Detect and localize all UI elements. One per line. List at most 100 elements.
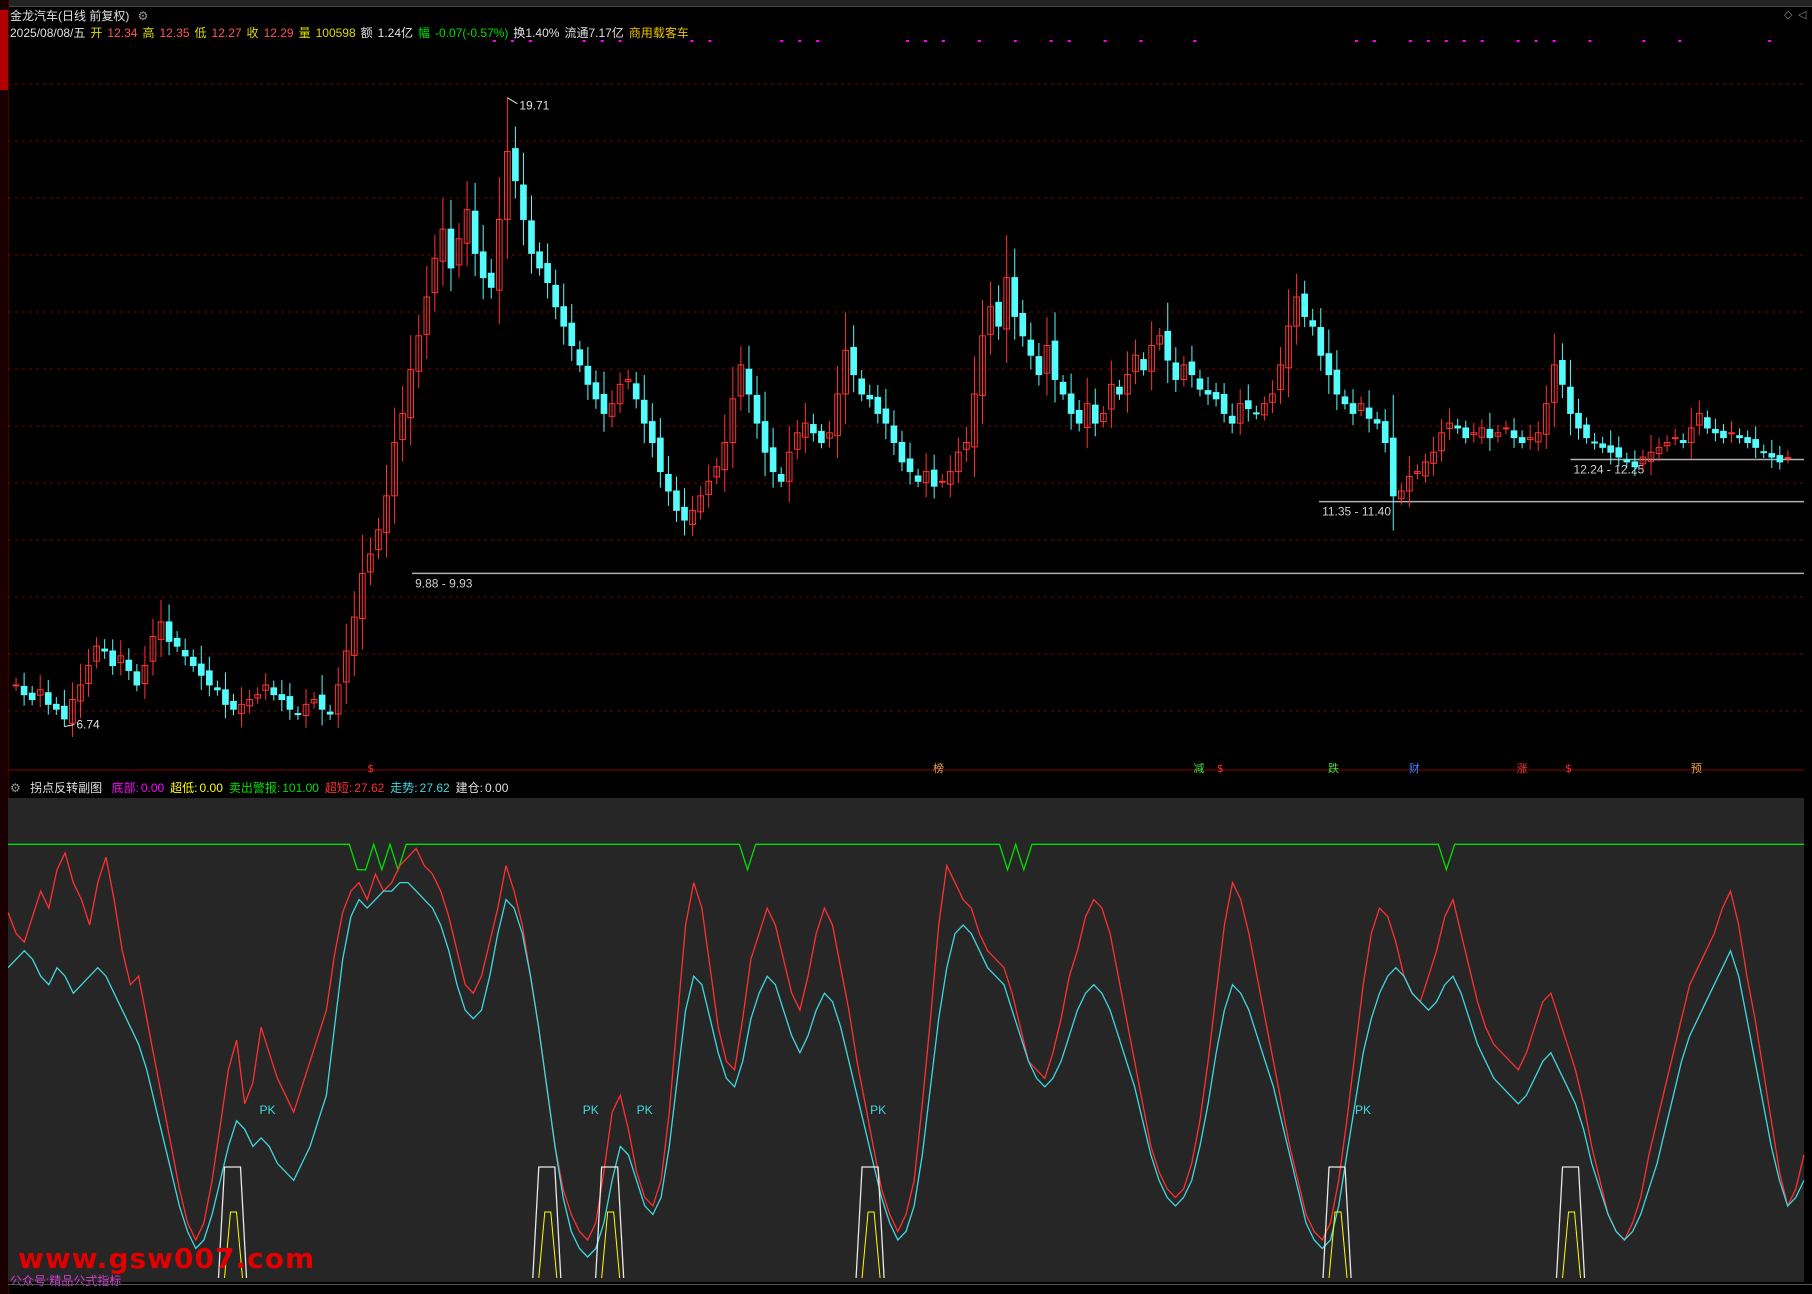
price-chart[interactable]: 9.88 - 9.9311.35 - 11.4012.24 - 12.25 19… — [8, 28, 1812, 776]
indicator-label: 底部: — [111, 781, 139, 795]
candle-body — [109, 650, 117, 667]
indicator-settings-icon[interactable]: ⚙ — [10, 781, 21, 795]
signal-dot — [1642, 40, 1646, 42]
candle-body — [1116, 386, 1123, 395]
price-grid — [8, 83, 1804, 771]
candle-body — [938, 480, 946, 483]
candle-body — [584, 365, 592, 385]
candle-body — [552, 284, 559, 308]
candle-body — [1462, 427, 1470, 439]
pk-marker: PK — [583, 1103, 599, 1117]
candle-body — [20, 685, 28, 696]
watermark-caption: 公众号:精品公式指标 — [10, 1274, 122, 1288]
stock-title[interactable]: 金龙汽车(日线 前复权) — [10, 9, 129, 23]
candle-body — [858, 378, 866, 395]
candle-body — [1196, 378, 1204, 390]
candle-body — [906, 458, 914, 473]
candle-body — [1091, 404, 1099, 424]
candle-body — [189, 656, 197, 667]
left-tab-active[interactable] — [0, 10, 8, 90]
candle-body — [1204, 390, 1212, 395]
candle-body — [101, 648, 108, 652]
candle-body — [866, 394, 874, 400]
settings-icon[interactable]: ⚙ — [138, 9, 149, 23]
candle-body — [471, 210, 479, 254]
signal-dot — [1516, 40, 1520, 42]
candle-body — [487, 272, 495, 288]
candle-body — [850, 346, 857, 376]
candle-body — [874, 396, 882, 414]
candle-body — [1784, 457, 1792, 460]
signal-dot — [1103, 40, 1107, 42]
candle-body — [753, 394, 761, 424]
candle-body — [125, 659, 133, 671]
candle-body — [1671, 437, 1679, 440]
candle-body — [1035, 356, 1043, 376]
signal-dot — [1355, 40, 1358, 42]
candle-body — [1583, 424, 1590, 439]
indicator-header: ⚙ 拐点反转副图 底部: 0.00 超低: 0.00 卖出警报: 101.00 超短: 27.… — [10, 779, 520, 795]
candle-body — [1172, 362, 1180, 380]
candle-body — [44, 692, 52, 705]
event-marker: 榜 — [933, 761, 944, 775]
indicator-value: 0.00 — [199, 781, 223, 795]
candle-body — [1027, 339, 1035, 356]
candle-body — [673, 490, 680, 511]
candle-body — [278, 694, 286, 701]
candle-body — [1317, 327, 1325, 356]
candle-body — [745, 368, 753, 395]
candle-body — [1454, 425, 1462, 429]
watermark-text: www.gsw007.com — [18, 1242, 316, 1275]
top-menu-strip — [0, 0, 1812, 7]
event-marker: $ — [1217, 762, 1224, 775]
candle-body — [1309, 320, 1317, 327]
indicator-label: 超短: — [324, 781, 353, 795]
indicator-background — [8, 798, 1804, 1282]
candle-body — [1502, 427, 1510, 430]
candle-body — [882, 408, 890, 424]
pk-marker: PK — [637, 1103, 653, 1117]
candle-body — [1253, 412, 1260, 415]
signal-dot — [1462, 40, 1466, 42]
annotation-arrow — [507, 97, 518, 105]
candle-body — [1333, 369, 1341, 395]
candle-body — [165, 621, 173, 642]
candle-body — [230, 700, 237, 710]
candle-body — [914, 475, 922, 482]
candle-body — [1325, 353, 1333, 376]
candle-body — [1373, 419, 1381, 424]
signal-dots — [492, 40, 1772, 42]
annotation-low-label: 6.74 — [76, 718, 100, 732]
candle-body — [1067, 393, 1075, 414]
indicator-name[interactable]: 拐点反转副图 — [30, 781, 102, 795]
event-marker: 财 — [1409, 761, 1420, 775]
indicator-value: 0.00 — [140, 781, 165, 795]
signal-dot — [780, 40, 784, 42]
collapse-icon[interactable]: ◁ — [1798, 8, 1806, 21]
candle-body — [1486, 428, 1494, 439]
indicator-label: 卖出警报: — [228, 781, 281, 795]
event-marker: 跌 — [1328, 761, 1339, 775]
candle-body — [665, 473, 672, 492]
signal-dot — [1444, 40, 1448, 42]
candle-body — [560, 306, 568, 327]
candle-body — [600, 393, 608, 414]
indicator-chart[interactable]: PK PK PK PK PK — [8, 798, 1812, 1282]
event-marker: 预 — [1691, 762, 1702, 775]
candle-body — [769, 447, 777, 473]
annotation-high-label: 19.71 — [519, 99, 549, 113]
candles — [12, 97, 1792, 738]
signal-dot — [492, 40, 496, 42]
signal-dot — [906, 40, 909, 42]
candle-body — [1704, 417, 1711, 429]
candle-body — [648, 421, 656, 443]
diamond-icon[interactable]: ◇ — [1784, 8, 1792, 21]
candle-body — [28, 692, 36, 701]
candle-body — [777, 473, 785, 482]
signal-dot — [1067, 40, 1071, 42]
candle-body — [818, 430, 825, 443]
candle-body — [1051, 340, 1059, 380]
candle-body — [898, 441, 906, 463]
candle-body — [1228, 415, 1236, 424]
indicator-value: 101.00 — [282, 781, 319, 795]
